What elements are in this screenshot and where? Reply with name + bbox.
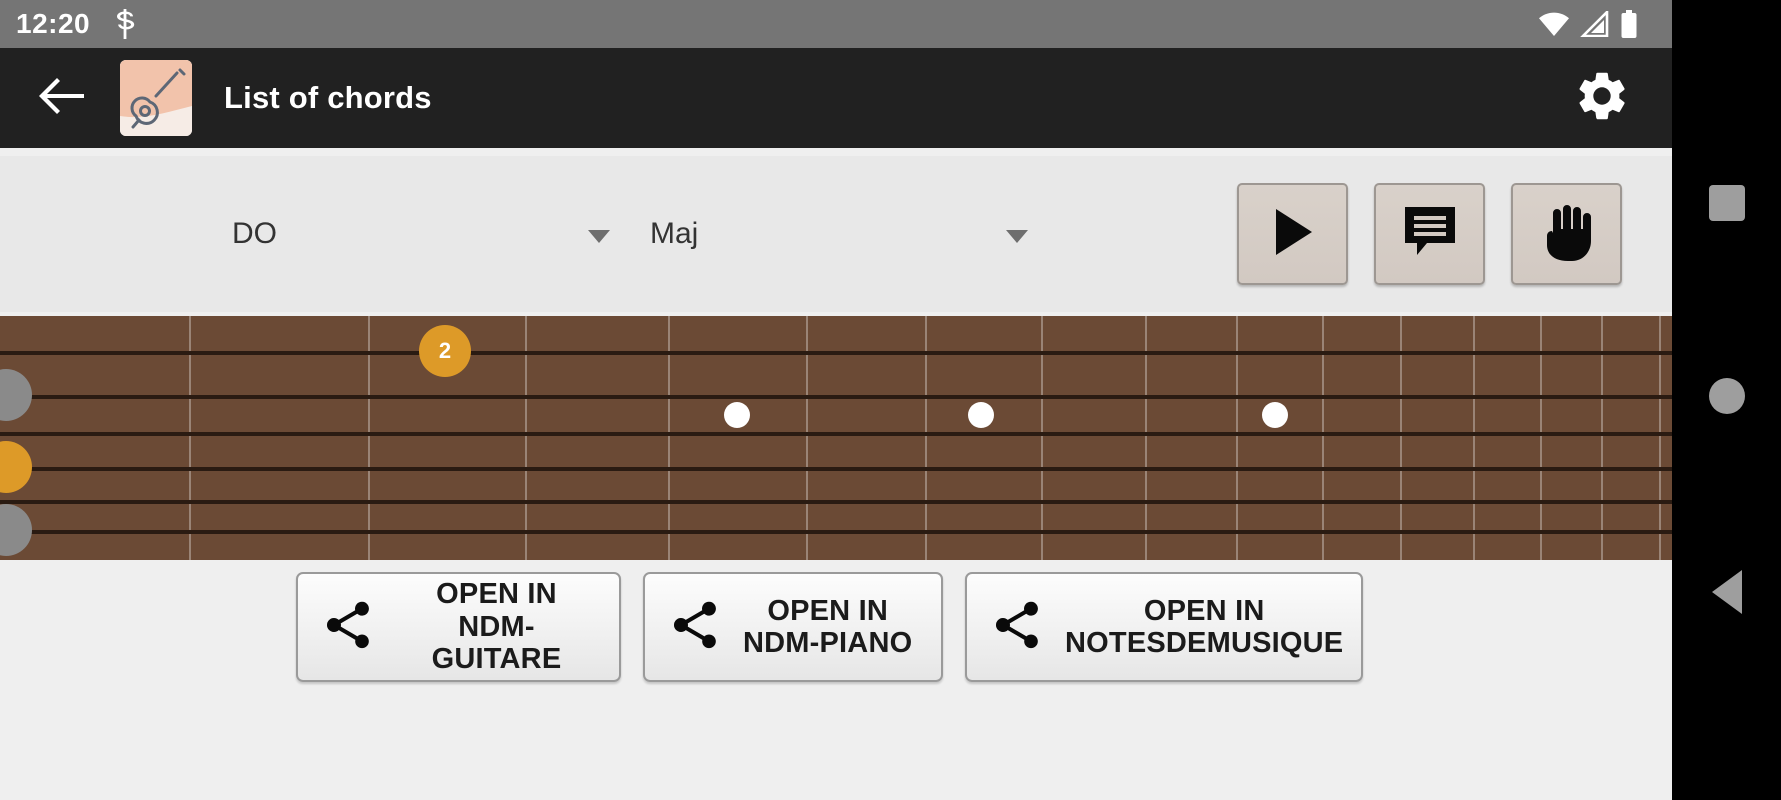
hand-button[interactable] xyxy=(1511,183,1622,285)
chevron-down-icon xyxy=(1006,230,1028,243)
share-label-line1: OPEN IN xyxy=(436,578,557,611)
chord-type-spinner-value: Maj xyxy=(650,217,699,250)
string-line xyxy=(0,432,1672,436)
chord-type-spinner[interactable]: Maj xyxy=(650,199,1050,269)
recents-key[interactable] xyxy=(1708,185,1745,221)
play-button[interactable] xyxy=(1237,183,1348,285)
status-bar-left-icons xyxy=(112,9,138,39)
string-line xyxy=(0,467,1672,471)
fret-inlay-dot xyxy=(1262,402,1288,428)
back-arrow-icon xyxy=(38,76,86,121)
status-bar: 12:20 xyxy=(0,0,1672,48)
gear-icon xyxy=(1573,67,1631,130)
settings-button[interactable] xyxy=(1570,66,1634,130)
app-bar: List of chords xyxy=(0,48,1672,148)
fret-inlay-dot xyxy=(968,402,994,428)
share-button-row: OPEN IN NDM-GUITARE OPEN IN NDM-PIANO OP… xyxy=(0,572,1672,682)
comment-button[interactable] xyxy=(1374,183,1485,285)
share-label-line2: NDM-PIANO xyxy=(743,627,913,659)
string-line xyxy=(0,395,1672,399)
android-screen: 12:20 List of chords DO Maj 2 OPEN IN ND… xyxy=(0,0,1781,800)
string-line xyxy=(0,500,1672,504)
guitar-fretboard[interactable]: 2 xyxy=(0,316,1672,560)
share-icon xyxy=(667,597,723,658)
open-in-ndm-guitare-button[interactable]: OPEN IN NDM-GUITARE xyxy=(296,572,621,682)
open-in-ndm-piano-button[interactable]: OPEN IN NDM-PIANO xyxy=(643,572,943,682)
open-in-ndm-piano-label: OPEN IN NDM-PIANO xyxy=(743,595,912,660)
note-spinner-value: DO xyxy=(232,217,277,250)
page-title: List of chords xyxy=(224,80,432,115)
battery-icon xyxy=(1620,10,1638,38)
back-button[interactable] xyxy=(34,70,90,126)
control-bar: DO Maj xyxy=(0,156,1672,312)
share-icon xyxy=(320,597,376,658)
comment-bubble-icon xyxy=(1403,205,1457,264)
play-icon xyxy=(1272,207,1314,262)
nut-dot-string-3[interactable] xyxy=(0,441,32,493)
string-line xyxy=(0,530,1672,534)
sync-icon xyxy=(112,9,138,39)
share-label-line2: NOTESDEMUSIQUE xyxy=(1065,627,1344,659)
share-label-line2: NDM-GUITARE xyxy=(431,610,562,676)
hand-icon xyxy=(1539,203,1595,266)
fret-inlay-dot xyxy=(724,402,750,428)
open-in-ndm-guitare-label: OPEN IN NDM-GUITARE xyxy=(396,578,597,675)
android-navigation-bar xyxy=(1672,0,1781,800)
open-in-notesdemusique-label: OPEN IN NOTESDEMUSIQUE xyxy=(1065,595,1343,660)
status-bar-right-icons xyxy=(1538,10,1656,38)
control-button-group xyxy=(1237,183,1622,285)
chevron-down-icon xyxy=(588,230,610,243)
cellular-signal-icon xyxy=(1580,11,1610,37)
nut-dot-string-2[interactable] xyxy=(0,369,32,421)
nut-dot-string-4[interactable] xyxy=(0,504,32,556)
guitar-app-icon xyxy=(120,60,192,136)
finger-dot-fret-3[interactable]: 2 xyxy=(419,325,471,377)
share-label-line1: OPEN IN xyxy=(1143,594,1265,627)
note-spinner[interactable]: DO xyxy=(232,199,632,269)
device-content-area: 12:20 List of chords DO Maj 2 OPEN IN ND… xyxy=(0,0,1672,800)
share-icon xyxy=(989,597,1045,658)
open-in-notesdemusique-button[interactable]: OPEN IN NOTESDEMUSIQUE xyxy=(965,572,1363,682)
back-key[interactable] xyxy=(1711,570,1742,614)
status-bar-clock: 12:20 xyxy=(16,8,91,39)
home-key[interactable] xyxy=(1708,378,1745,414)
string-line xyxy=(0,351,1672,355)
wifi-icon xyxy=(1538,11,1570,37)
share-label-line1: OPEN IN xyxy=(767,594,888,627)
